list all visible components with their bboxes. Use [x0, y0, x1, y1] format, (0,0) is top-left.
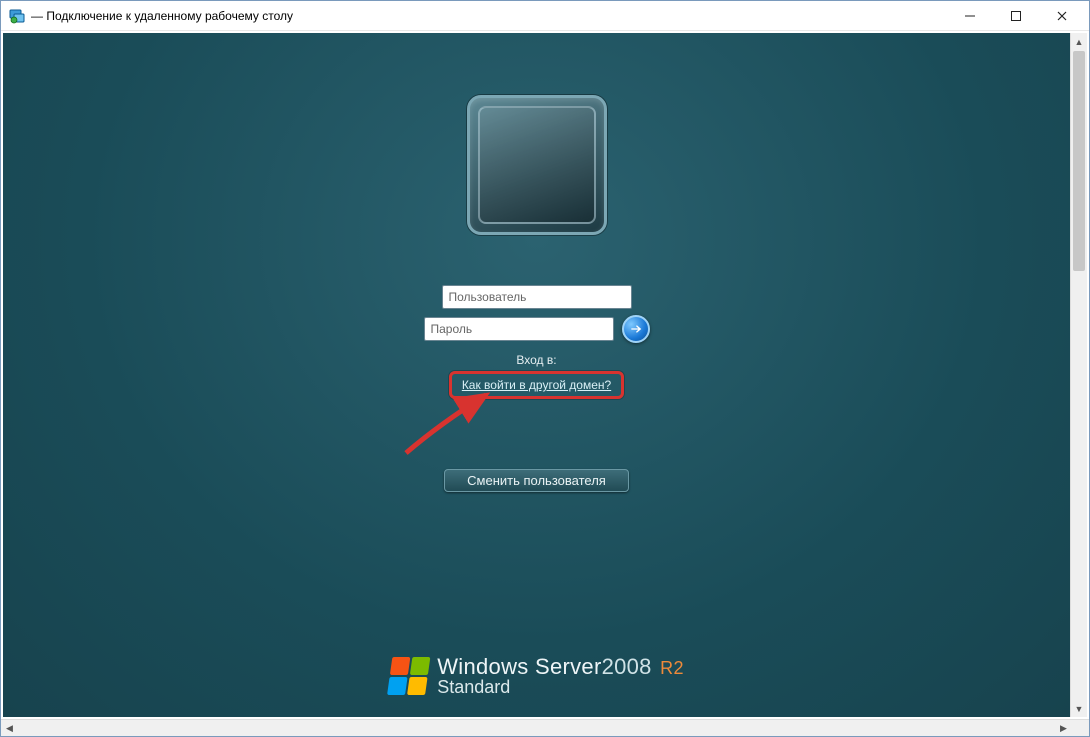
minimize-button[interactable] [947, 2, 993, 30]
submit-button[interactable] [622, 315, 650, 343]
login-panel: Вход в: Как войти в другой домен? Сменит… [424, 95, 650, 492]
user-avatar [467, 95, 607, 235]
brand-year: 2008 [602, 654, 652, 679]
brand-edition: Standard [437, 678, 684, 697]
scroll-left-icon[interactable]: ◀ [1, 720, 18, 736]
scroll-thumb-v[interactable] [1073, 51, 1085, 271]
other-domain-link[interactable]: Как войти в другой домен? [462, 378, 611, 392]
content-area: Вход в: Как войти в другой домен? Сменит… [1, 31, 1089, 719]
rdp-icon [9, 8, 25, 24]
scroll-up-icon[interactable]: ▲ [1071, 33, 1087, 50]
username-input[interactable] [442, 285, 632, 309]
password-input[interactable] [424, 317, 614, 341]
titlebar[interactable]: — Подключение к удаленному рабочему стол… [1, 1, 1089, 31]
brand-suffix: R2 [660, 658, 684, 678]
remote-desktop-view: Вход в: Как войти в другой домен? Сменит… [3, 33, 1070, 717]
horizontal-scrollbar[interactable]: ◀ ▶ [1, 719, 1089, 736]
rdp-window: — Подключение к удаленному рабочему стол… [0, 0, 1090, 737]
highlight-box: Как войти в другой домен? [449, 371, 624, 399]
login-to-label: Вход в: [516, 353, 556, 367]
windows-logo-icon [387, 657, 430, 695]
window-title: — Подключение к удаленному рабочему стол… [31, 9, 947, 23]
switch-user-button[interactable]: Сменить пользователя [444, 469, 629, 492]
close-button[interactable] [1039, 2, 1085, 30]
brand-product: Windows Server [437, 654, 601, 679]
maximize-button[interactable] [993, 2, 1039, 30]
window-controls [947, 2, 1085, 30]
vertical-scrollbar[interactable]: ▲ ▼ [1070, 33, 1087, 717]
scroll-down-icon[interactable]: ▼ [1071, 700, 1087, 717]
scrollbar-corner [1072, 720, 1089, 736]
os-branding: Windows Server2008 R2 Standard [389, 655, 684, 697]
scroll-right-icon[interactable]: ▶ [1055, 720, 1072, 736]
